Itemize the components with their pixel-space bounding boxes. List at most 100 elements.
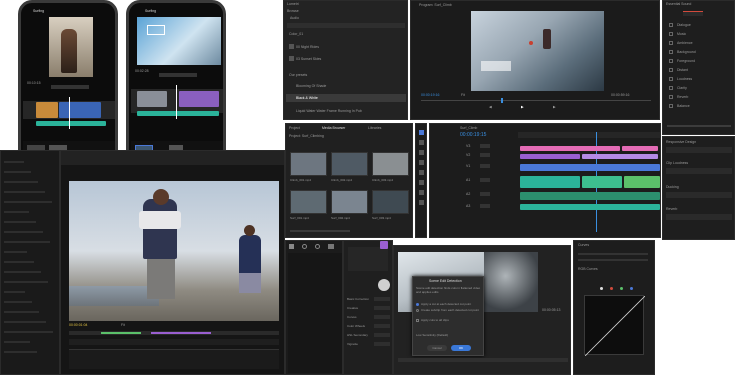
timeline-clip-green[interactable]	[624, 176, 660, 188]
kid-transport[interactable]	[69, 339, 279, 345]
lumetri-tab-browse[interactable]: Browse	[287, 9, 299, 13]
essential-sound-item[interactable]: Clarity	[677, 86, 687, 90]
scene-edit-bottom-bar[interactable]	[398, 358, 568, 362]
kid-zoom[interactable]: Fit	[121, 323, 125, 327]
phone-left-playhead[interactable]	[69, 97, 70, 129]
lumetri-item-1[interactable]: 00 Night Rides	[296, 45, 319, 49]
lumetri-color-field[interactable]: Curves	[347, 315, 357, 319]
timeline-ruler[interactable]	[518, 132, 660, 138]
scene-edit-option-1[interactable]: Apply a cut at each detected cut point	[421, 302, 471, 306]
lumetri-color-value-box[interactable]	[374, 342, 390, 346]
scene-edit-radio-1[interactable]	[416, 303, 419, 306]
lumetri-color-field[interactable]: HSL Secondary	[347, 333, 368, 337]
phone-right-play-controls[interactable]	[159, 73, 197, 77]
project-clip-thumbnail[interactable]	[372, 190, 409, 214]
essential-sound-checkbox[interactable]	[669, 32, 673, 36]
essential-sound-item[interactable]: Loudness	[677, 77, 692, 81]
eg-section-1[interactable]: Responsive Design	[666, 140, 696, 144]
kid-timeline[interactable]	[69, 349, 279, 369]
pen-tool-icon[interactable]	[419, 180, 424, 185]
kid-marker-purple[interactable]	[151, 332, 211, 334]
track-toggle[interactable]	[480, 164, 490, 168]
step-forward-icon[interactable]: ▶	[553, 105, 556, 109]
track-select-icon[interactable]	[419, 140, 424, 145]
lumetri-color-field[interactable]: Basic Correction	[347, 297, 369, 301]
project-tab-3[interactable]: Libraries	[368, 126, 381, 130]
project-clip-thumbnail[interactable]	[331, 190, 368, 214]
program-fit[interactable]: Fit	[461, 93, 465, 97]
track-toggle[interactable]	[480, 204, 490, 208]
track-header-label[interactable]: V3	[466, 144, 470, 148]
phone-left-clip-teal[interactable]	[36, 121, 106, 126]
track-header-label[interactable]: A2	[466, 192, 470, 196]
phone-left-clip-orange[interactable]	[36, 102, 58, 118]
eg-row-3[interactable]	[666, 192, 732, 198]
selection-tool-icon[interactable]	[419, 130, 424, 135]
hand-tool-icon[interactable]	[419, 190, 424, 195]
lumetri-color-value-box[interactable]	[374, 315, 390, 319]
project-clip-thumbnail[interactable]	[290, 152, 327, 176]
scene-edit-radio-2[interactable]	[416, 309, 419, 312]
project-slider[interactable]	[290, 230, 350, 232]
curves-red-channel[interactable]	[610, 287, 613, 290]
purple-app-icon[interactable]	[380, 241, 388, 249]
program-playhead[interactable]	[501, 98, 503, 103]
phone-right-clip-b[interactable]	[179, 91, 219, 107]
phone-right-clip-a[interactable]	[137, 91, 167, 107]
lumetri-color-field[interactable]: Creative	[347, 306, 358, 310]
type-tool-icon[interactable]	[419, 200, 424, 205]
phone-left-play-controls[interactable]	[51, 85, 89, 89]
timeline-clip-purple-2[interactable]	[582, 154, 658, 159]
phone-right-clip-teal[interactable]	[137, 111, 219, 116]
track-toggle[interactable]	[480, 178, 490, 182]
essential-sound-item[interactable]: Dialogue	[677, 23, 691, 27]
ripple-edit-icon[interactable]	[419, 150, 424, 155]
step-back-icon[interactable]: ◀	[489, 105, 492, 109]
kid-marker-green[interactable]	[101, 332, 141, 334]
eg-row-2[interactable]	[666, 168, 732, 174]
essential-sound-item[interactable]: Music	[677, 32, 686, 36]
essential-sound-checkbox[interactable]	[669, 104, 673, 108]
lumetri-item2-2[interactable]: Black & White	[296, 96, 318, 100]
curves-slider-2[interactable]	[578, 259, 648, 261]
timeline-clip-purple[interactable]	[520, 154, 580, 159]
track-toggle[interactable]	[480, 144, 490, 148]
curves-graph[interactable]	[584, 295, 646, 357]
lumetri-color-field[interactable]: Vignette	[347, 342, 358, 346]
scene-edit-sensitivity[interactable]: Low Sensitivity (Default)	[416, 333, 448, 337]
scene-edit-ok-button[interactable]: OK	[451, 345, 471, 351]
windows-icon[interactable]	[289, 244, 294, 249]
timeline-clip-audio-2[interactable]	[520, 204, 660, 210]
eg-section-3[interactable]: Ducking	[666, 185, 679, 189]
timeline-clip-audio-1[interactable]	[520, 192, 660, 200]
essential-sound-checkbox[interactable]	[669, 41, 673, 45]
essential-sound-checkbox[interactable]	[669, 59, 673, 63]
scene-edit-option-3[interactable]: Apply cuts to all clips	[421, 318, 449, 322]
eg-row-1[interactable]	[666, 147, 732, 153]
project-clip-thumbnail[interactable]	[372, 152, 409, 176]
timeline-clip-blue[interactable]	[520, 164, 660, 171]
play-icon[interactable]: ▶	[521, 105, 524, 109]
lumetri-color-value-box[interactable]	[374, 297, 390, 301]
track-header-label[interactable]: V2	[466, 153, 470, 157]
track-header-label[interactable]: V1	[466, 164, 470, 168]
program-transport[interactable]	[481, 105, 571, 111]
scene-edit-cancel-button[interactable]: Cancel	[427, 345, 447, 351]
curves-slider-1[interactable]	[578, 253, 648, 255]
essential-sound-checkbox[interactable]	[669, 50, 673, 54]
razor-tool-icon[interactable]	[419, 160, 424, 165]
folder-icon[interactable]	[328, 244, 334, 249]
project-clip-thumbnail[interactable]	[331, 152, 368, 176]
eg-section-4[interactable]: Reverb	[666, 207, 677, 211]
lumetri-color-value-box[interactable]	[374, 306, 390, 310]
essential-sound-item[interactable]: Background	[677, 50, 696, 54]
scene-edit-checkbox[interactable]	[416, 319, 419, 322]
essential-sound-checkbox[interactable]	[669, 77, 673, 81]
essential-sound-item[interactable]: Distant	[677, 68, 688, 72]
essential-sound-item[interactable]: Foreground	[677, 59, 695, 63]
timeline-clip-pink-1[interactable]	[520, 146, 620, 151]
essential-sound-item[interactable]: Ambience	[677, 41, 693, 45]
refresh-icon[interactable]	[315, 244, 320, 249]
timeline-clip-teal-2[interactable]	[582, 176, 622, 188]
curves-white-channel[interactable]	[600, 287, 603, 290]
